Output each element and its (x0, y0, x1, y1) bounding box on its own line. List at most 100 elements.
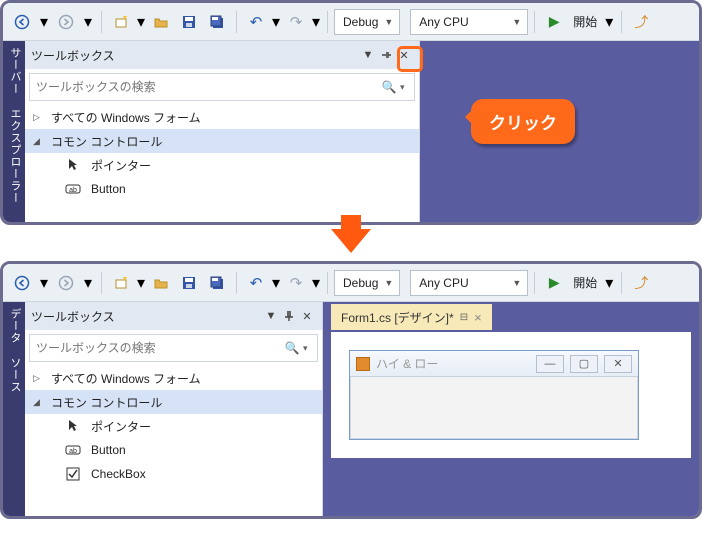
expand-icon: ▷ (33, 112, 45, 123)
toolbox-item-button[interactable]: abButton (25, 438, 322, 462)
pin-icon[interactable] (377, 46, 395, 64)
nav-fwd-icon[interactable] (53, 270, 79, 296)
button-icon: ab (65, 183, 81, 195)
checkbox-icon (65, 467, 81, 481)
toolbox-group-all-forms[interactable]: ▷すべての Windows フォーム (25, 366, 322, 390)
toolbar-divider (327, 272, 328, 294)
arrow-down-icon (331, 229, 371, 253)
start-button[interactable]: 開始 (569, 13, 601, 30)
nav-fwd-icon[interactable] (53, 9, 79, 35)
item-label: Button (91, 443, 126, 457)
search-icon[interactable]: 🔍 (281, 341, 303, 355)
platform-dropdown[interactable]: Any CPU ▼ (410, 9, 528, 35)
side-tab-data-sources[interactable]: データ ソース (7, 308, 23, 510)
callout-click: クリック (471, 99, 575, 144)
undo-icon[interactable]: ↶ (243, 270, 269, 296)
launch-icon[interactable]: ⤴ (628, 270, 654, 296)
start-icon[interactable]: ▶ (541, 270, 567, 296)
designer-area: Form1.cs [デザイン]* ⊟ × ハイ & ロー ― ▢ ✕ (323, 302, 699, 516)
form-title-text: ハイ & ロー (376, 355, 530, 372)
nav-fwd-caret-icon[interactable]: ▾ (81, 9, 95, 35)
redo-icon[interactable]: ↷ (283, 9, 309, 35)
save-all-icon[interactable] (204, 270, 230, 296)
item-label: ポインター (91, 157, 151, 174)
start-caret-icon[interactable]: ▾ (603, 270, 615, 296)
toolbar-divider (101, 11, 102, 33)
toolbox-tree: ▷すべての Windows フォーム ◢コモン コントロール ポインター abB… (25, 366, 322, 486)
designer-canvas[interactable]: ハイ & ロー ― ▢ ✕ (331, 332, 691, 458)
options-caret-icon[interactable]: ▼ (359, 46, 377, 64)
redo-caret-icon[interactable]: ▾ (311, 270, 321, 296)
toolbox-item-button[interactable]: abButton (25, 177, 419, 201)
group-label: コモン コントロール (51, 394, 162, 411)
close-icon[interactable]: ✕ (604, 355, 632, 373)
pin-icon[interactable] (280, 307, 298, 325)
save-icon[interactable] (176, 270, 202, 296)
config-dropdown[interactable]: Debug▼ (334, 270, 400, 296)
minimize-icon[interactable]: ― (536, 355, 564, 373)
options-caret-icon[interactable]: ▼ (262, 307, 280, 325)
toolbox-search-input[interactable] (30, 341, 281, 355)
close-icon[interactable]: ✕ (298, 307, 316, 325)
close-icon[interactable]: × (474, 310, 482, 325)
toolbox-search-input[interactable] (30, 80, 378, 94)
toolbox-title: ツールボックス (31, 47, 359, 64)
chevron-down-icon: ▼ (384, 17, 393, 27)
document-tab[interactable]: Form1.cs [デザイン]* ⊟ × (331, 304, 492, 330)
toolbox-item-pointer[interactable]: ポインター (25, 414, 322, 438)
nav-back-caret-icon[interactable]: ▾ (37, 9, 51, 35)
new-caret-icon[interactable]: ▾ (136, 270, 146, 296)
new-project-icon[interactable] (108, 270, 134, 296)
search-icon[interactable]: 🔍 (378, 80, 400, 94)
svg-text:ab: ab (69, 187, 77, 194)
chevron-down-icon[interactable]: ▾ (400, 82, 414, 93)
save-icon[interactable] (176, 9, 202, 35)
toolbar-divider (534, 272, 535, 294)
undo-caret-icon[interactable]: ▾ (271, 270, 281, 296)
platform-label: Any CPU (419, 15, 468, 29)
new-caret-icon[interactable]: ▾ (136, 9, 146, 35)
form-window[interactable]: ハイ & ロー ― ▢ ✕ (349, 350, 639, 440)
toolbar-divider (236, 272, 237, 294)
new-project-icon[interactable] (108, 9, 134, 35)
open-icon[interactable] (148, 270, 174, 296)
group-label: すべての Windows フォーム (51, 370, 201, 387)
toolbox-item-checkbox[interactable]: CheckBox (25, 462, 322, 486)
toolbox-group-common-controls[interactable]: ◢コモン コントロール (25, 129, 419, 153)
toolbox-group-all-forms[interactable]: ▷ すべての Windows フォーム (25, 105, 419, 129)
redo-caret-icon[interactable]: ▾ (311, 9, 321, 35)
start-button[interactable]: 開始 (569, 274, 601, 291)
maximize-icon[interactable]: ▢ (570, 355, 598, 373)
undo-caret-icon[interactable]: ▾ (271, 9, 281, 35)
nav-back-caret-icon[interactable]: ▾ (37, 270, 51, 296)
side-tab-server-explorer[interactable]: サーバー エクスプローラー (7, 47, 23, 216)
save-all-icon[interactable] (204, 9, 230, 35)
launch-icon[interactable]: ⤴ (628, 9, 654, 35)
nav-back-icon[interactable] (9, 270, 35, 296)
platform-dropdown[interactable]: Any CPU ▼ (410, 270, 528, 296)
undo-icon[interactable]: ↶ (243, 9, 269, 35)
toolbar-divider (101, 272, 102, 294)
start-icon[interactable]: ▶ (541, 9, 567, 35)
chevron-down-icon: ▼ (384, 278, 393, 288)
toolbar-divider (621, 11, 622, 33)
chevron-down-icon[interactable]: ▾ (303, 343, 317, 354)
toolbox-search[interactable]: 🔍 ▾ (29, 334, 318, 362)
nav-fwd-caret-icon[interactable]: ▾ (81, 270, 95, 296)
close-icon[interactable]: ✕ (395, 46, 413, 64)
config-dropdown[interactable]: Debug▼ (334, 9, 400, 35)
start-caret-icon[interactable]: ▾ (603, 9, 615, 35)
toolbox-group-common-controls[interactable]: ◢コモン コントロール (25, 390, 322, 414)
open-icon[interactable] (148, 9, 174, 35)
toolbox-search[interactable]: 🔍 ▾ (29, 73, 415, 101)
redo-icon[interactable]: ↷ (283, 270, 309, 296)
platform-label: Any CPU (419, 276, 468, 290)
chevron-down-icon: ▼ (512, 17, 521, 27)
toolbox-item-pointer[interactable]: ポインター (25, 153, 419, 177)
pointer-icon (65, 419, 81, 433)
chevron-down-icon: ▼ (512, 278, 521, 288)
pin-icon[interactable]: ⊟ (460, 312, 468, 323)
nav-back-icon[interactable] (9, 9, 35, 35)
group-label: すべての Windows フォーム (51, 109, 201, 126)
document-tab-label: Form1.cs [デザイン]* (341, 309, 454, 326)
